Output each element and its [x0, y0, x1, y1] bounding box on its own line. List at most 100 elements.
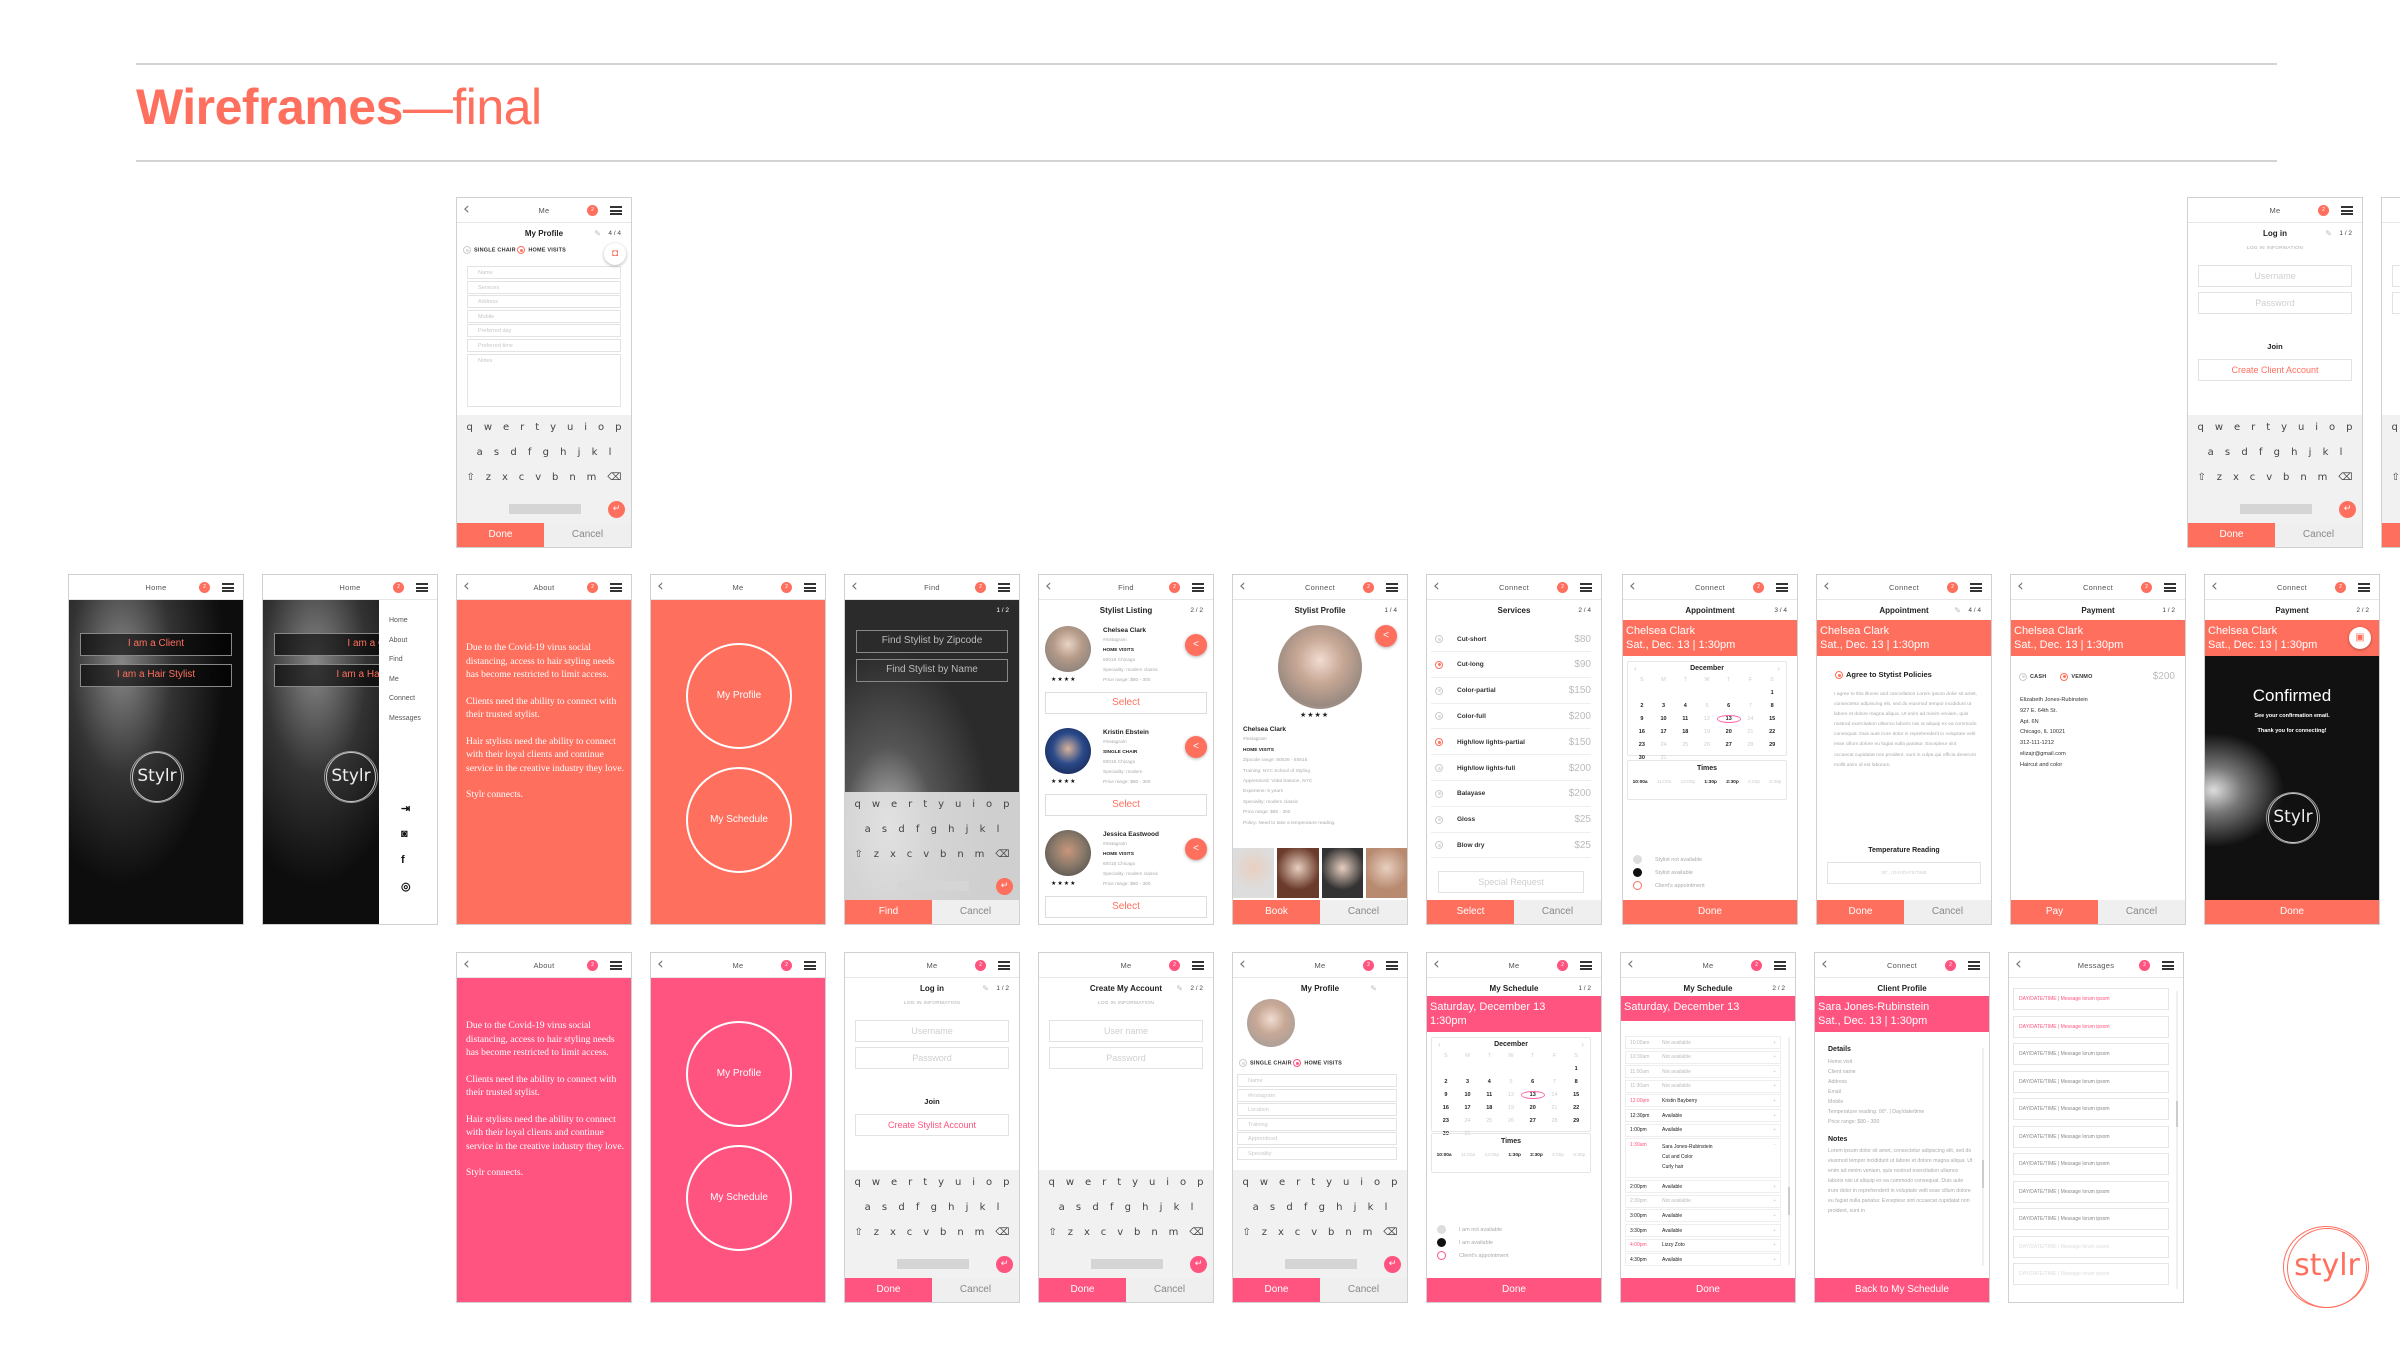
- cancel-button[interactable]: Cancel: [1126, 1278, 1213, 1302]
- key-n[interactable]: n: [569, 472, 575, 483]
- key-u[interactable]: u: [1343, 1177, 1349, 1188]
- backspace-key[interactable]: ⌫: [995, 1227, 1009, 1238]
- enter-icon[interactable]: ↵: [996, 878, 1013, 895]
- time-slot[interactable]: 5:30p: [1769, 780, 1781, 785]
- schedule-row[interactable]: 12:00pm Kristin Bayberry +: [1625, 1094, 1781, 1108]
- back-icon[interactable]: ‹: [1433, 956, 1440, 973]
- key-o[interactable]: o: [986, 1177, 992, 1188]
- calendar-day[interactable]: 15: [1565, 1092, 1587, 1098]
- i-am-stylist-button[interactable]: I am a Hair Stylist: [80, 664, 232, 687]
- key-j[interactable]: j: [1354, 1202, 1357, 1213]
- key-q[interactable]: q: [2391, 422, 2397, 433]
- radio-unselected[interactable]: [1435, 789, 1443, 798]
- hamburger-menu-icon[interactable]: [1386, 961, 1398, 970]
- calendar-day[interactable]: 7: [1544, 1079, 1566, 1085]
- key-s[interactable]: s: [1076, 1202, 1081, 1213]
- calendar-day[interactable]: 29: [1761, 742, 1783, 748]
- select-button[interactable]: Select: [1045, 794, 1207, 816]
- hamburger-menu-icon[interactable]: [1580, 961, 1592, 970]
- key-x[interactable]: x: [502, 472, 508, 483]
- profile-field[interactable]: Location: [1237, 1103, 1397, 1117]
- radio-unselected[interactable]: [1435, 712, 1443, 721]
- back-icon[interactable]: ‹: [463, 956, 470, 973]
- camera-icon[interactable]: ◙: [401, 828, 408, 840]
- calendar-day[interactable]: 10: [1653, 716, 1675, 722]
- time-slot[interactable]: 12:00p: [1484, 1153, 1499, 1158]
- key-b[interactable]: b: [1134, 1227, 1140, 1238]
- calendar-day[interactable]: 29: [1565, 1118, 1587, 1124]
- hamburger-menu-icon[interactable]: [1192, 583, 1204, 592]
- radio-unselected[interactable]: [1239, 1059, 1247, 1067]
- key-p[interactable]: p: [2346, 422, 2352, 433]
- calendar-day[interactable]: 28: [1544, 1118, 1566, 1124]
- key-t[interactable]: t: [1117, 1177, 1121, 1188]
- calendar-day[interactable]: 22: [1761, 729, 1783, 735]
- radio-selected[interactable]: [1435, 660, 1443, 669]
- key-f[interactable]: f: [916, 824, 920, 835]
- gallery-photo[interactable]: [1233, 848, 1275, 898]
- key-z[interactable]: z: [874, 849, 879, 860]
- key-b[interactable]: b: [552, 472, 558, 483]
- prev-month-icon[interactable]: ‹: [1634, 664, 1637, 673]
- cancel-button[interactable]: Cancel: [2275, 523, 2362, 547]
- schedule-row[interactable]: 1:00pm Available +: [1625, 1123, 1781, 1137]
- profile-field[interactable]: Preferred day: [467, 324, 621, 338]
- hamburger-menu-icon[interactable]: [1776, 583, 1788, 592]
- key-x[interactable]: x: [890, 1227, 896, 1238]
- expand-icon[interactable]: +: [1773, 1069, 1776, 1075]
- back-icon[interactable]: ‹: [2017, 578, 2024, 595]
- key-h[interactable]: h: [948, 1202, 954, 1213]
- key-v[interactable]: v: [923, 849, 929, 860]
- key-m[interactable]: m: [975, 849, 985, 860]
- next-month-icon[interactable]: ›: [1581, 1040, 1584, 1049]
- profile-field[interactable]: Speciality: [1237, 1147, 1397, 1160]
- notification-badge[interactable]: 2: [2141, 582, 2152, 593]
- share-icon[interactable]: <: [1375, 625, 1397, 647]
- login-icon[interactable]: ⇥: [401, 802, 410, 815]
- hamburger-menu-icon[interactable]: [1968, 961, 1980, 970]
- calendar-day[interactable]: 17: [1653, 729, 1675, 735]
- key-e[interactable]: e: [1279, 1177, 1285, 1188]
- schedule-row[interactable]: 1:30am Sara Jones-Rubinstein Cut and Color…: [1625, 1138, 1781, 1179]
- key-i[interactable]: i: [2315, 422, 2318, 433]
- radio-unselected[interactable]: [1435, 841, 1443, 850]
- radio-unselected[interactable]: [1435, 815, 1443, 824]
- key-v[interactable]: v: [923, 1227, 929, 1238]
- select-button[interactable]: Select: [1045, 896, 1207, 918]
- service-row[interactable]: Cut-short $80: [1431, 627, 1591, 652]
- calendar-day[interactable]: 14: [1740, 716, 1762, 722]
- username-input[interactable]: Username: [2198, 265, 2352, 287]
- back-icon[interactable]: ‹: [1239, 956, 1246, 973]
- key-l[interactable]: l: [997, 1202, 1000, 1213]
- key-w[interactable]: w: [1066, 1177, 1074, 1188]
- calendar-day[interactable]: 3: [1653, 703, 1675, 709]
- notification-badge[interactable]: 2: [2335, 582, 2346, 593]
- key-j[interactable]: j: [966, 1202, 969, 1213]
- key-n[interactable]: n: [2300, 472, 2306, 483]
- notification-badge[interactable]: 2: [781, 960, 792, 971]
- expand-icon[interactable]: −: [1773, 1142, 1776, 1148]
- key-k[interactable]: k: [2323, 447, 2329, 458]
- calendar-day[interactable]: 2: [1631, 703, 1653, 709]
- expand-icon[interactable]: +: [1773, 1242, 1776, 1248]
- key-b[interactable]: b: [940, 1227, 946, 1238]
- calendar-day[interactable]: 22: [1565, 1105, 1587, 1111]
- calendar-day[interactable]: 18: [1478, 1105, 1500, 1111]
- profile-field[interactable]: #instagram: [1237, 1088, 1397, 1102]
- cancel-button[interactable]: Cancel: [932, 900, 1019, 924]
- next-month-icon[interactable]: ›: [1777, 664, 1780, 673]
- notification-badge[interactable]: 2: [1557, 582, 1568, 593]
- stylist-photo[interactable]: [1278, 625, 1362, 709]
- find-by-name-input[interactable]: Find Stylist by Name: [856, 659, 1008, 682]
- notification-badge[interactable]: 2: [1751, 960, 1762, 971]
- cancel-button[interactable]: Cancel: [2098, 900, 2185, 924]
- calendar-day[interactable]: 3: [1457, 1079, 1479, 1085]
- key-j[interactable]: j: [2309, 447, 2312, 458]
- message-item[interactable]: DAY/DATE/TIME | Message lorum ipsom: [2013, 1153, 2169, 1175]
- key-o[interactable]: o: [1180, 1177, 1186, 1188]
- expand-icon[interactable]: +: [1773, 1098, 1776, 1104]
- schedule-row[interactable]: 2:30pm Not available +: [1625, 1194, 1781, 1208]
- edit-pencil-icon[interactable]: ✎: [594, 226, 601, 242]
- shift-key[interactable]: ⇧: [2391, 472, 2399, 483]
- hamburger-menu-icon[interactable]: [610, 961, 622, 970]
